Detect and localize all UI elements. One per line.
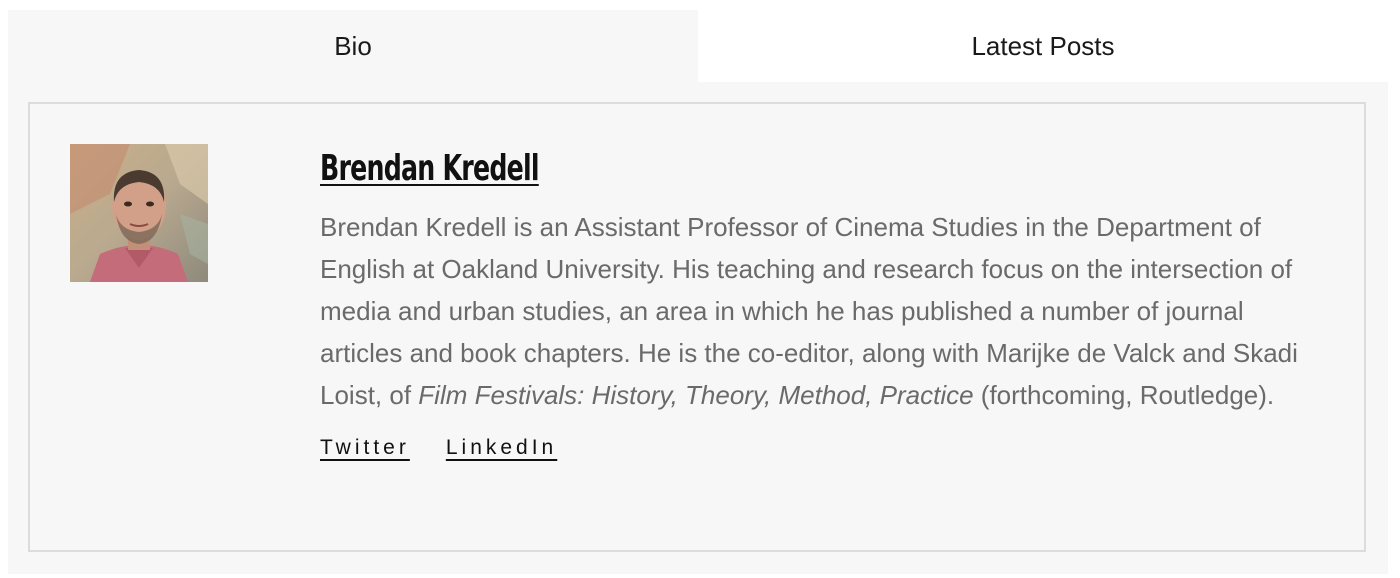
tab-bio-label: Bio — [334, 30, 372, 61]
avatar — [70, 144, 208, 282]
linkedin-link[interactable]: LinkedIn — [446, 436, 557, 460]
twitter-link[interactable]: Twitter — [320, 436, 410, 460]
tab-latest-posts[interactable]: Latest Posts — [698, 10, 1388, 82]
social-links: Twitter LinkedIn — [320, 436, 1320, 460]
author-tabs: Bio Latest Posts — [8, 10, 1388, 82]
author-box: Bio Latest Posts Brendan Kredell Brendan… — [8, 10, 1388, 574]
avatar-photo — [70, 144, 208, 282]
bio-text-part2: (forthcoming, Routledge). — [973, 380, 1275, 410]
tab-latest-posts-label: Latest Posts — [971, 30, 1115, 61]
bio-book-title: Film Festivals: History, Theory, Method,… — [418, 380, 974, 410]
author-bio: Brendan Kredell is an Assistant Professo… — [320, 206, 1320, 416]
bio-card: Brendan Kredell Brendan Kredell is an As… — [28, 102, 1366, 552]
author-name-link[interactable]: Brendan Kredell — [320, 142, 540, 196]
author-content: Brendan Kredell Brendan Kredell is an As… — [320, 142, 1320, 460]
bio-panel: Brendan Kredell Brendan Kredell is an As… — [8, 82, 1388, 574]
tab-bio[interactable]: Bio — [8, 10, 698, 82]
